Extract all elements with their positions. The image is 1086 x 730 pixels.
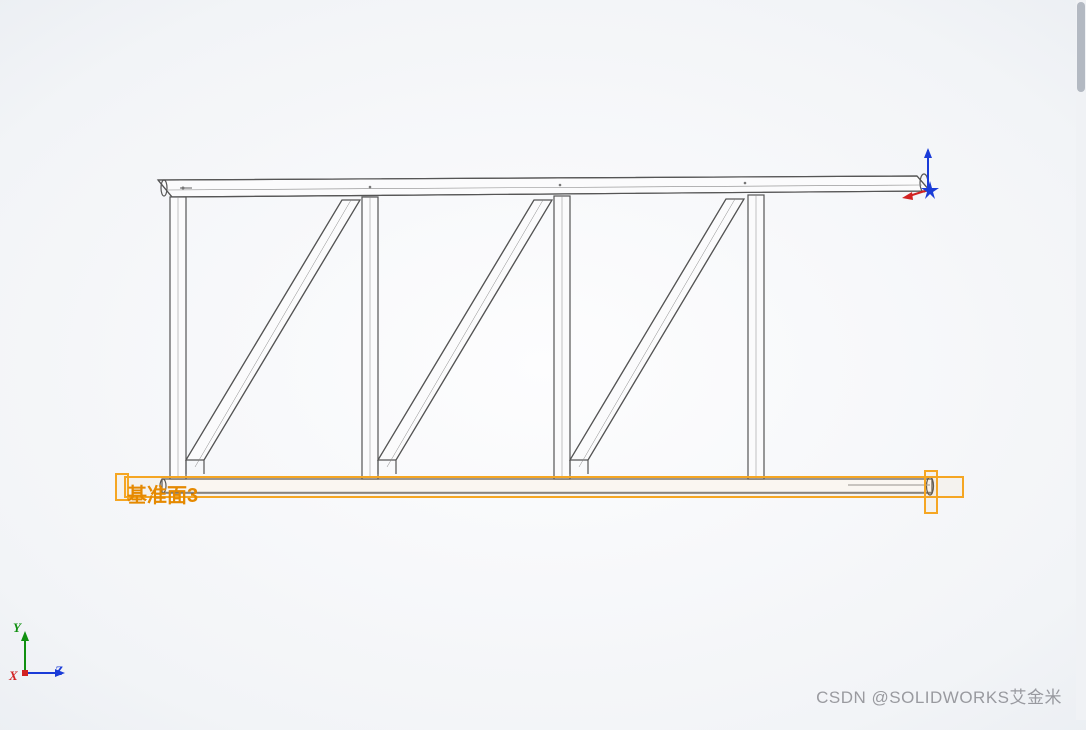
cad-viewport[interactable]: 基准面3 Y Z X CSDN @SOLIDWORKS艾金米 — [0, 0, 1076, 720]
plane-label[interactable]: 基准面3 — [127, 479, 198, 508]
axis-y-label: Y — [13, 620, 21, 636]
axis-z-label: Z — [55, 663, 63, 679]
model-canvas[interactable] — [0, 0, 1076, 720]
selected-plane-rect[interactable] — [124, 476, 964, 498]
axis-x-label: X — [9, 668, 18, 684]
watermark-text: CSDN @SOLIDWORKS艾金米 — [816, 683, 1062, 708]
model-origin-triad — [902, 148, 939, 200]
vertical-scrollbar[interactable] — [1076, 0, 1086, 720]
view-orientation-triad[interactable]: Y Z X — [13, 625, 63, 685]
selected-plane-right-handle[interactable] — [924, 470, 938, 514]
vertical-scrollbar-thumb[interactable] — [1077, 2, 1085, 92]
